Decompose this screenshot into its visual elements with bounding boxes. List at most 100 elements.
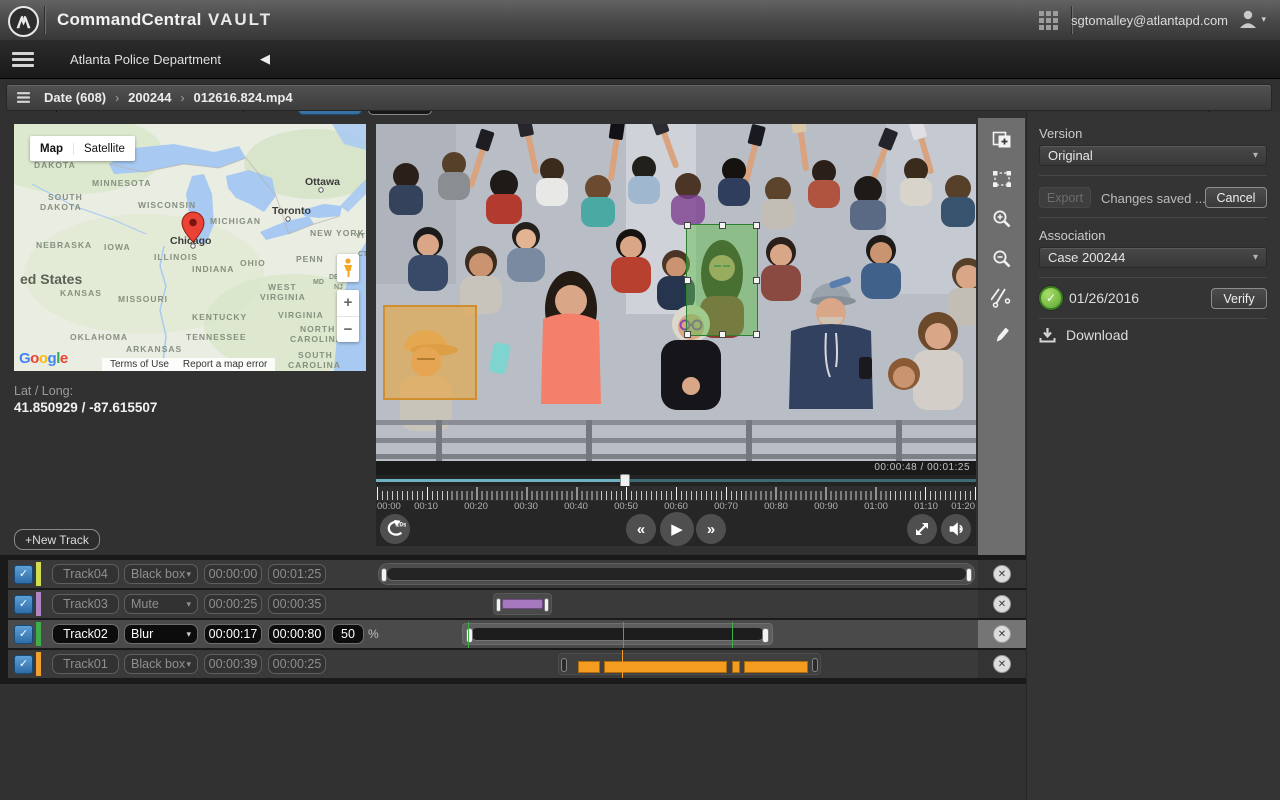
track-effect-dropdown[interactable]: Black box▾ xyxy=(124,564,198,584)
remove-track-button[interactable]: ✕ xyxy=(993,625,1011,643)
time-display: 00:00:48 / 00:01:25 xyxy=(874,462,970,473)
google-logo[interactable]: Google xyxy=(19,350,68,367)
divider xyxy=(1039,277,1267,278)
segment-handle[interactable] xyxy=(544,598,549,612)
breadcrumb-item-file[interactable]: 012616.824.mp4 xyxy=(194,90,293,105)
resize-handle[interactable] xyxy=(753,331,760,338)
blackbox-segment-bar[interactable] xyxy=(578,661,600,673)
map-type-map[interactable]: Map xyxy=(30,143,73,155)
track-end-field[interactable]: 00:00:25 xyxy=(268,654,326,674)
draw-icon[interactable] xyxy=(991,324,1013,346)
skip-back-button[interactable]: « xyxy=(626,514,656,544)
track-effect-value: Mute xyxy=(131,597,159,611)
association-dropdown[interactable]: Case 200244 ▾ xyxy=(1039,247,1267,268)
pegman-icon[interactable] xyxy=(337,254,359,282)
play-button[interactable]: ▶ xyxy=(660,512,694,546)
new-track-button[interactable]: +New Track xyxy=(14,529,100,550)
add-region-icon[interactable] xyxy=(991,128,1013,150)
track-timeline[interactable] xyxy=(378,650,975,678)
resize-handle[interactable] xyxy=(684,331,691,338)
association-value: Case 200244 xyxy=(1048,250,1125,265)
version-dropdown[interactable]: Original ▾ xyxy=(1039,145,1267,166)
resize-handle[interactable] xyxy=(684,222,691,229)
map-panel[interactable]: DAKOTAMINNESOTASOUTHDAKOTAWISCONSINMICHI… xyxy=(14,124,366,371)
segment-handle[interactable] xyxy=(561,658,567,672)
track-name-field[interactable]: Track02 xyxy=(52,624,119,644)
resize-handle[interactable] xyxy=(753,222,760,229)
resize-handle[interactable] xyxy=(684,277,691,284)
skip-forward-button[interactable]: » xyxy=(696,514,726,544)
mute-segment-bar[interactable] xyxy=(502,599,543,609)
volume-button[interactable] xyxy=(941,514,971,544)
timeline-ruler[interactable] xyxy=(376,486,976,501)
track-timeline[interactable] xyxy=(378,620,975,648)
track-segment-selected[interactable] xyxy=(462,623,773,645)
track-segment[interactable] xyxy=(493,593,552,615)
track-end-field[interactable]: 00:00:35 xyxy=(268,594,326,614)
rewind-10s-button[interactable]: 10s xyxy=(380,514,410,544)
map-zoom-in-button[interactable]: + xyxy=(337,290,359,317)
track-name-field[interactable]: Track04 xyxy=(52,564,119,584)
segment-handle[interactable] xyxy=(812,658,818,672)
track-start-field[interactable]: 00:00:25 xyxy=(204,594,262,614)
track-start-field[interactable]: 00:00:17 xyxy=(204,624,262,644)
map-type-control[interactable]: Map Satellite xyxy=(30,136,135,161)
track-effect-dropdown[interactable]: Blur▾ xyxy=(124,624,198,644)
back-arrow-icon[interactable]: ◀ xyxy=(260,51,270,67)
segment-handle[interactable] xyxy=(496,598,501,612)
download-link[interactable]: Download xyxy=(1039,327,1128,343)
breadcrumb-menu-icon[interactable] xyxy=(17,90,30,105)
time-row: 00:00:48 / 00:01:25 xyxy=(376,461,976,475)
track-start-field[interactable]: 00:00:00 xyxy=(204,564,262,584)
track-end-field[interactable]: 00:00:80 xyxy=(268,624,326,644)
seek-bar[interactable] xyxy=(376,475,976,486)
resize-handle[interactable] xyxy=(719,222,726,229)
resize-handle[interactable] xyxy=(719,331,726,338)
track-timeline[interactable] xyxy=(378,590,975,618)
track-segment[interactable] xyxy=(558,653,821,675)
track-start-field[interactable]: 00:00:39 xyxy=(204,654,262,674)
breadcrumb-item-date[interactable]: Date (608) xyxy=(44,90,106,105)
track-segment[interactable] xyxy=(378,563,975,585)
track-end-field[interactable]: 00:01:25 xyxy=(268,564,326,584)
blackbox-segment-bar[interactable] xyxy=(732,661,740,673)
track-timeline[interactable] xyxy=(378,560,975,588)
export-button[interactable]: Export xyxy=(1039,187,1091,208)
select-region-icon[interactable] xyxy=(991,168,1013,190)
verify-button[interactable]: Verify xyxy=(1211,288,1267,309)
segment-handle[interactable] xyxy=(381,568,387,582)
blackbox-segment-bar[interactable] xyxy=(744,661,808,673)
redaction-box-blur-selected[interactable] xyxy=(686,224,758,336)
segment-handle[interactable] xyxy=(966,568,972,582)
cancel-button[interactable]: Cancel xyxy=(1205,187,1267,208)
remove-track-button[interactable]: ✕ xyxy=(993,595,1011,613)
track-enabled-checkbox[interactable]: ✓ xyxy=(14,655,33,674)
track-effect-dropdown[interactable]: Mute▾ xyxy=(124,594,198,614)
user-menu-button[interactable]: ▾ xyxy=(1237,8,1266,30)
track-name-field[interactable]: Track01 xyxy=(52,654,119,674)
segment-handle[interactable] xyxy=(762,628,769,643)
cut-icon[interactable] xyxy=(991,286,1013,308)
apps-grid-icon[interactable] xyxy=(1039,11,1058,30)
report-error-link[interactable]: Report a map error xyxy=(183,359,267,370)
track-enabled-checkbox[interactable]: ✓ xyxy=(14,625,33,644)
blur-amount-field[interactable]: 50 xyxy=(332,624,364,644)
remove-track-button[interactable]: ✕ xyxy=(993,655,1011,673)
fullscreen-button[interactable] xyxy=(907,514,937,544)
track-name-field[interactable]: Track03 xyxy=(52,594,119,614)
resize-handle[interactable] xyxy=(753,277,760,284)
zoom-in-icon[interactable] xyxy=(991,208,1013,230)
breadcrumb-item-case[interactable]: 200244 xyxy=(128,90,171,105)
redaction-box-blackbox[interactable] xyxy=(383,305,477,400)
zoom-out-icon[interactable] xyxy=(991,248,1013,270)
track-enabled-checkbox[interactable]: ✓ xyxy=(14,565,33,584)
map-type-satellite[interactable]: Satellite xyxy=(73,143,135,155)
track-enabled-checkbox[interactable]: ✓ xyxy=(14,595,33,614)
map-zoom-out-button[interactable]: − xyxy=(337,317,359,343)
video-frame[interactable] xyxy=(376,124,976,461)
download-label: Download xyxy=(1066,327,1128,343)
terms-link[interactable]: Terms of Use xyxy=(110,359,169,370)
menu-icon[interactable] xyxy=(12,49,34,70)
track-effect-dropdown[interactable]: Black box▾ xyxy=(124,654,198,674)
remove-track-button[interactable]: ✕ xyxy=(993,565,1011,583)
